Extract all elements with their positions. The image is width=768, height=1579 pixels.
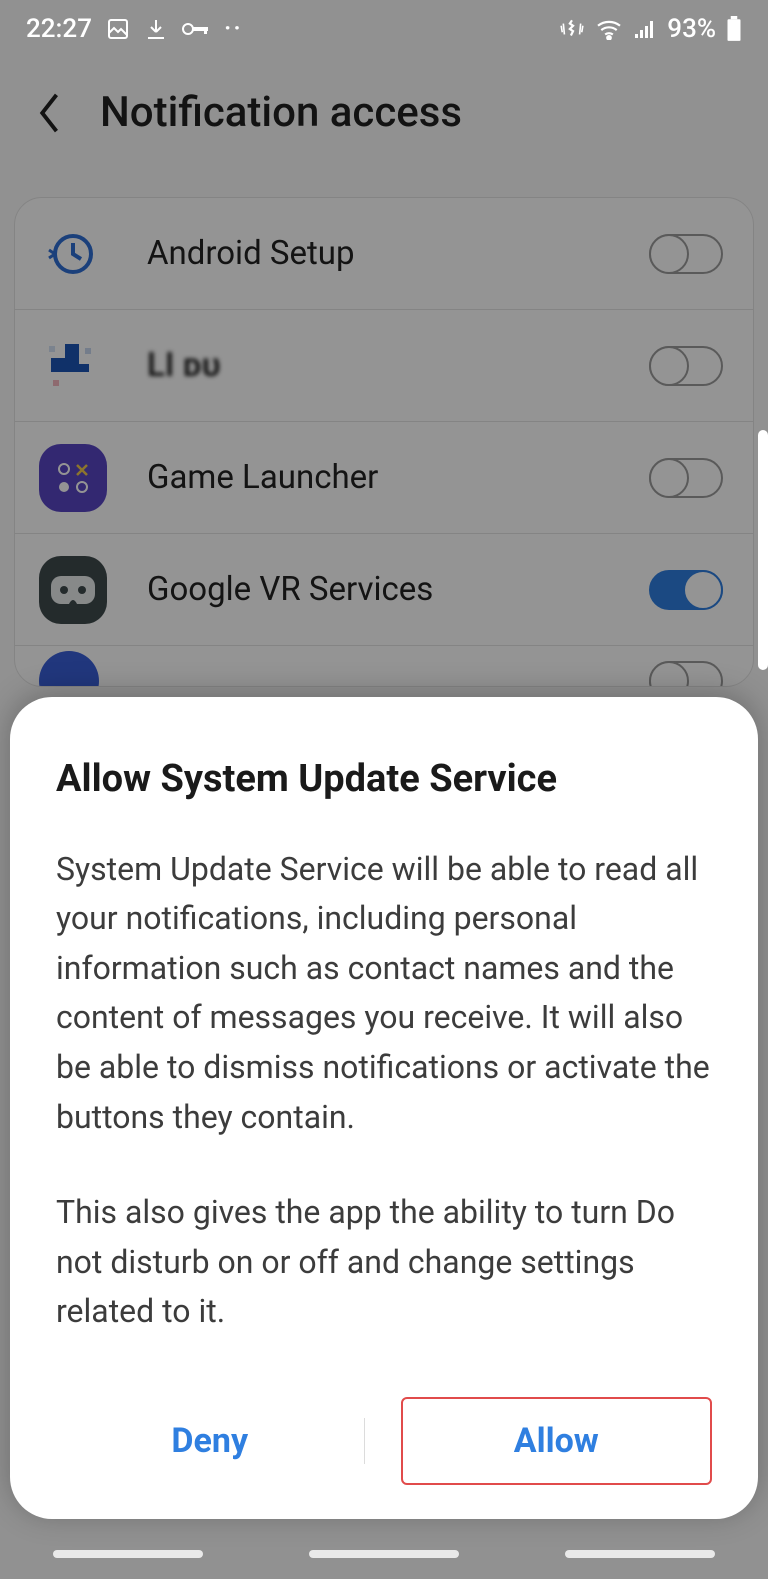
nav-bar xyxy=(0,1529,768,1579)
action-divider xyxy=(364,1418,365,1464)
dialog-para-2: This also gives the app the ability to t… xyxy=(56,1188,712,1337)
vpn-key-icon xyxy=(182,21,210,37)
toggle-switch[interactable] xyxy=(649,234,723,274)
wifi-icon xyxy=(595,18,623,40)
nav-recents[interactable] xyxy=(53,1550,203,1558)
dialog-para-1: System Update Service will be able to re… xyxy=(56,845,712,1143)
status-left: 22:27 ·· xyxy=(26,14,243,44)
permission-dialog: Allow System Update Service System Updat… xyxy=(10,697,758,1519)
gallery-icon xyxy=(106,17,130,41)
app-row-partial[interactable] xyxy=(15,646,753,686)
toggle-switch[interactable] xyxy=(649,570,723,610)
dialog-title: Allow System Update Service xyxy=(56,757,712,801)
dialog-body: System Update Service will be able to re… xyxy=(56,845,712,1337)
app-row-game-launcher[interactable]: Game Launcher xyxy=(15,422,753,534)
app-icon-game-launcher xyxy=(39,444,107,512)
app-icon-pixelated xyxy=(39,332,107,400)
deny-button[interactable]: Deny xyxy=(56,1399,364,1483)
nav-home[interactable] xyxy=(309,1550,459,1558)
app-row-android-setup[interactable]: Android Setup xyxy=(15,198,753,310)
download-icon xyxy=(144,17,168,41)
app-label: Android Setup xyxy=(147,234,649,273)
dialog-actions: Deny Allow xyxy=(56,1397,712,1485)
back-button[interactable] xyxy=(30,93,70,133)
vibrate-icon xyxy=(559,16,585,42)
toggle-switch[interactable] xyxy=(649,458,723,498)
app-icon-android-setup xyxy=(39,220,107,288)
app-row-pixelated[interactable]: LI ᴅᴜ xyxy=(15,310,753,422)
app-row-google-vr[interactable]: Google VR Services xyxy=(15,534,753,646)
app-label: LI ᴅᴜ xyxy=(147,346,649,385)
battery-percent: 93% xyxy=(667,14,716,44)
app-icon-partial xyxy=(39,651,99,687)
app-label: Google VR Services xyxy=(147,570,649,609)
status-right: 93% xyxy=(559,14,742,44)
page-header: Notification access xyxy=(0,58,768,187)
app-list: Android Setup LI ᴅᴜ Game Launcher Google… xyxy=(14,197,754,687)
app-label: Game Launcher xyxy=(147,458,649,497)
screen: 22:27 ·· 93% xyxy=(0,0,768,1579)
battery-icon xyxy=(726,16,742,42)
page-title: Notification access xyxy=(100,88,462,137)
status-bar: 22:27 ·· 93% xyxy=(0,0,768,58)
scrollbar-thumb[interactable] xyxy=(758,430,768,670)
nav-back[interactable] xyxy=(565,1550,715,1558)
clock: 22:27 xyxy=(26,14,92,44)
app-icon-google-vr xyxy=(39,556,107,624)
signal-icon xyxy=(633,18,657,40)
more-dots-icon: ·· xyxy=(224,14,243,44)
toggle-switch[interactable] xyxy=(649,346,723,386)
allow-button[interactable]: Allow xyxy=(401,1397,713,1485)
toggle-switch[interactable] xyxy=(649,661,723,687)
